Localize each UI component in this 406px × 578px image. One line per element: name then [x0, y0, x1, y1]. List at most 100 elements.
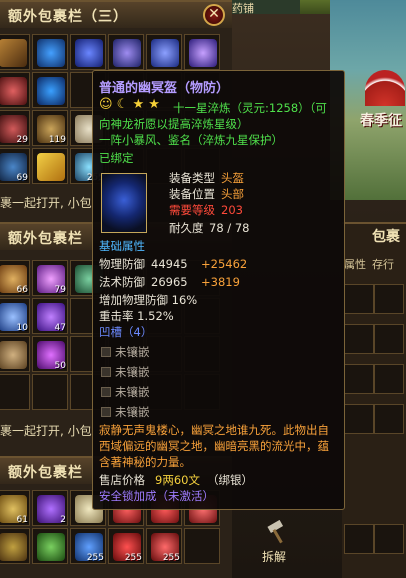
bag-slot[interactable] — [344, 364, 374, 394]
item-title: 普通的幽冥盔（物防） — [99, 81, 230, 96]
game-screen: 药铺 完成 春季征 额外包裹栏（三） ✕ 29 119 — [0, 0, 406, 578]
bag-slot[interactable] — [32, 72, 68, 108]
lore-text: 寂静无声鬼楼心，幽冥之地谁九死。此物出自 — [99, 423, 329, 437]
socket-icon — [101, 347, 111, 357]
req-level: 203 — [221, 203, 243, 217]
close-button[interactable]: ✕ — [203, 4, 225, 26]
bag-slot[interactable] — [32, 374, 68, 410]
phys-def-label: 物理防御 — [99, 257, 145, 271]
equip-slot-label: 装备位置 — [169, 187, 215, 201]
panel-footer-text: 裹一起打开, 小包 — [0, 196, 92, 210]
bag-slot[interactable] — [184, 34, 220, 70]
mag-def-bonus: +3819 — [201, 275, 240, 289]
bag-slot[interactable]: 66 — [0, 260, 30, 296]
socket-icon — [101, 387, 111, 397]
bag-slot[interactable]: 50 — [32, 336, 68, 372]
bag-slot[interactable]: 61 — [0, 490, 30, 526]
bag-slot[interactable] — [0, 528, 30, 564]
item-tooltip: 普通的幽冥盔（物防） ☺ ☾ ★ ★ 十一星淬炼（灵元:1258）（可 向神龙祈… — [92, 70, 345, 510]
socket-status: 未镶嵌 — [115, 365, 150, 379]
phys-def-pct: 增加物理防御 16% — [99, 293, 198, 307]
equip-slot: 头部 — [221, 187, 244, 201]
bag-slot[interactable]: 255 — [108, 528, 144, 564]
equip-type: 头盔 — [221, 171, 244, 185]
socket-status: 未镶嵌 — [115, 345, 150, 359]
item-count: 255 — [162, 553, 180, 563]
bag-slot[interactable] — [146, 34, 182, 70]
price-value: 9两60文 — [155, 473, 200, 487]
item-count: 61 — [16, 515, 28, 525]
panel-header[interactable]: 额外包裹栏（三） ✕ — [0, 2, 232, 28]
shop-label[interactable]: 药铺 — [232, 0, 254, 16]
bag-slot[interactable]: 79 — [32, 260, 68, 296]
basic-attr-heading: 基础属性 — [99, 239, 145, 253]
socket-icon — [101, 407, 111, 417]
bag-slot[interactable]: 2 — [32, 490, 68, 526]
helmet-icon — [101, 173, 147, 233]
bag-slot[interactable]: 47 — [32, 298, 68, 334]
bag-slot[interactable] — [344, 524, 374, 554]
bag-slot[interactable]: 10 — [0, 298, 30, 334]
bag-slot[interactable] — [0, 374, 30, 410]
bag-slot[interactable] — [0, 34, 30, 70]
mag-def-label: 法术防御 — [99, 275, 145, 289]
bag-slot[interactable] — [184, 528, 220, 564]
req-level-label: 需要等级 — [169, 203, 215, 217]
bag-slot[interactable]: 69 — [0, 148, 30, 184]
item-count: 255 — [86, 553, 104, 563]
bag-slot[interactable] — [70, 34, 106, 70]
bag-slot[interactable] — [374, 364, 404, 394]
item-count: 10 — [16, 323, 28, 333]
dismantle-button[interactable]: 拆解 — [262, 548, 286, 565]
bag-slot[interactable] — [344, 284, 374, 314]
refine-star-text: 十一星淬炼（灵元:1258）（可 — [173, 101, 327, 115]
bag-slot[interactable] — [0, 336, 30, 372]
item-count: 2 — [60, 515, 66, 525]
panel-title: 包裹 — [372, 229, 400, 245]
tab-storage[interactable]: 存行 — [372, 256, 394, 272]
socket-icon — [101, 367, 111, 377]
price-suffix: （绑银） — [207, 473, 253, 487]
equip-type-label: 装备类型 — [169, 171, 215, 185]
bag-slot[interactable] — [108, 34, 144, 70]
bag-slot[interactable] — [32, 528, 68, 564]
item-count: 119 — [48, 135, 66, 145]
item-count: 255 — [124, 553, 142, 563]
socket-status: 未镶嵌 — [115, 385, 150, 399]
item-count: 47 — [54, 323, 66, 333]
bag-slot[interactable]: 29 — [0, 110, 30, 146]
lore-text: 西域偏远的幽冥之地，幽暗亮黑的流光中，蕴 — [99, 439, 329, 453]
bag-slot[interactable] — [374, 404, 404, 434]
event-banner: 春季征 — [360, 113, 402, 129]
bag-slot[interactable] — [374, 324, 404, 354]
panel-title: 额外包裹栏 — [8, 231, 83, 247]
panel-title: 额外包裹栏（三） — [8, 9, 128, 25]
security-lock-status: 安全锁加成（未激活） — [99, 489, 214, 503]
bag-slot[interactable] — [374, 284, 404, 314]
bag-slot[interactable] — [32, 148, 68, 184]
item-count: 50 — [54, 361, 66, 371]
main-bag-panel: 包裹 属性 存行 — [342, 222, 406, 578]
bag-slot[interactable]: 119 — [32, 110, 68, 146]
refine-star-text-2: 向神龙祈愿以提高淬炼星级） — [99, 117, 249, 131]
hammer-icon[interactable] — [265, 519, 291, 546]
socket-status: 未镶嵌 — [115, 405, 150, 419]
item-count: 69 — [16, 173, 28, 183]
bag-slot[interactable]: 255 — [146, 528, 182, 564]
bag-slot[interactable] — [374, 524, 404, 554]
tab-attributes[interactable]: 属性 — [344, 256, 366, 272]
parasol-icon — [365, 70, 405, 106]
refine-line: 一阵小暴风、鉴名（淬炼九星保护） — [99, 133, 283, 147]
bag-slot[interactable] — [32, 34, 68, 70]
grooves-heading: 凹槽（4） — [99, 325, 153, 339]
durability: 78 / 78 — [209, 221, 250, 235]
bag-slot[interactable]: 255 — [70, 528, 106, 564]
price-label: 售店价格 — [99, 473, 145, 487]
star-icons: ☺ ☾ ★ ★ — [99, 97, 160, 112]
bag-slot[interactable] — [0, 72, 30, 108]
bag-slot[interactable] — [344, 324, 374, 354]
phys-def-bonus: +25462 — [201, 257, 248, 271]
bag-slot[interactable] — [344, 404, 374, 434]
item-count: 29 — [16, 135, 28, 145]
panel-title: 额外包裹栏 — [8, 465, 83, 481]
